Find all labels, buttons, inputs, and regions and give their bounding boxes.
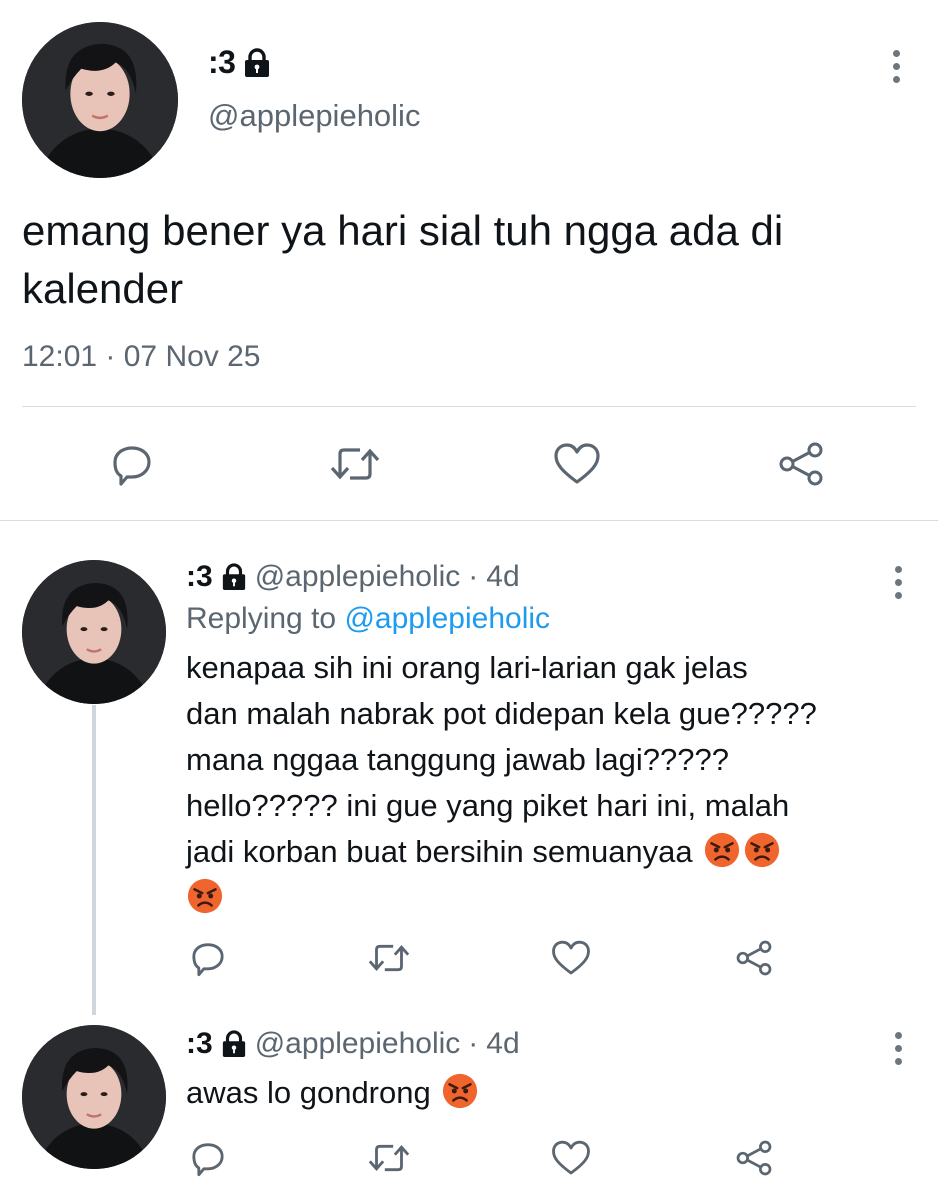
- reply-line-with-emoji: jadi korban buat bersihin semuanyaa: [186, 829, 916, 875]
- handle[interactable]: @applepieholic: [255, 1027, 461, 1061]
- share-icon[interactable]: [734, 938, 774, 978]
- avatar-photo: [22, 22, 178, 178]
- tweet-timestamp[interactable]: 12:01 · 07 Nov 25: [22, 340, 261, 374]
- tweet-text: emang bener ya hari sial tuh ngga ada di…: [22, 207, 784, 312]
- share-icon[interactable]: [776, 440, 826, 488]
- retweet-icon[interactable]: [328, 440, 382, 488]
- reply-line: kenapaa sih ini orang lari-larian gak je…: [186, 650, 748, 685]
- avatar[interactable]: [22, 22, 178, 178]
- angry-face-icon: [186, 877, 224, 915]
- section-divider: [0, 520, 938, 521]
- like-icon[interactable]: [550, 1138, 592, 1178]
- lock-icon: [221, 1030, 247, 1058]
- reply-icon[interactable]: [188, 938, 228, 978]
- avatar[interactable]: [22, 560, 166, 704]
- reply-line: jadi korban buat bersihin semuanyaa: [186, 834, 693, 869]
- avatar[interactable]: [22, 1025, 166, 1169]
- retweet-icon[interactable]: [366, 938, 412, 978]
- reply-icon[interactable]: [188, 1138, 228, 1178]
- reply-text: awas lo gondrong: [186, 1070, 916, 1116]
- lock-icon: [221, 563, 247, 591]
- reply-text: kenapaa sih ini orang lari-larian gak je…: [186, 645, 916, 921]
- reply-age[interactable]: 4d: [486, 1027, 519, 1061]
- reply-line: awas lo gondrong: [186, 1075, 431, 1110]
- thread-line: [92, 705, 96, 1015]
- replying-mention-link[interactable]: @applepieholic: [344, 602, 550, 635]
- reply-header: :3 @applepieholic · 4d: [186, 560, 520, 594]
- reply-line: mana nggaa tanggung jawab lagi?????: [186, 742, 729, 777]
- reply-line: hello????? ini gue yang piket hari ini, …: [186, 788, 790, 823]
- angry-face-icon: [441, 1072, 479, 1110]
- display-name[interactable]: :3: [208, 44, 271, 81]
- display-name[interactable]: :3: [186, 560, 213, 594]
- reply-icon[interactable]: [108, 440, 156, 488]
- separator-dot: ·: [468, 560, 479, 593]
- reply-age[interactable]: 4d: [486, 560, 519, 594]
- more-options-icon[interactable]: [892, 566, 904, 599]
- divider: [22, 406, 916, 407]
- reply-header: :3 @applepieholic · 4d: [186, 1027, 520, 1061]
- handle[interactable]: @applepieholic: [255, 560, 461, 594]
- like-icon[interactable]: [550, 938, 592, 978]
- reply-line: dan malah nabrak pot didepan kela gue???…: [186, 696, 817, 731]
- reply-line-emoji-only: [186, 875, 916, 921]
- like-icon[interactable]: [552, 440, 602, 488]
- replying-prefix: Replying to: [186, 602, 337, 635]
- more-options-icon[interactable]: [890, 50, 902, 83]
- share-icon[interactable]: [734, 1138, 774, 1178]
- replying-to: Replying to @applepieholic: [186, 602, 550, 636]
- angry-face-icon: [703, 831, 741, 869]
- avatar-photo: [22, 1025, 166, 1169]
- separator-dot: ·: [468, 1027, 479, 1060]
- avatar-photo: [22, 560, 166, 704]
- handle[interactable]: @applepieholic: [208, 98, 420, 134]
- angry-face-icon: [743, 831, 781, 869]
- retweet-icon[interactable]: [366, 1138, 412, 1178]
- lock-icon: [243, 47, 271, 78]
- display-name[interactable]: :3: [186, 1027, 213, 1061]
- display-name-text: :3: [208, 44, 236, 80]
- more-options-icon[interactable]: [892, 1032, 904, 1065]
